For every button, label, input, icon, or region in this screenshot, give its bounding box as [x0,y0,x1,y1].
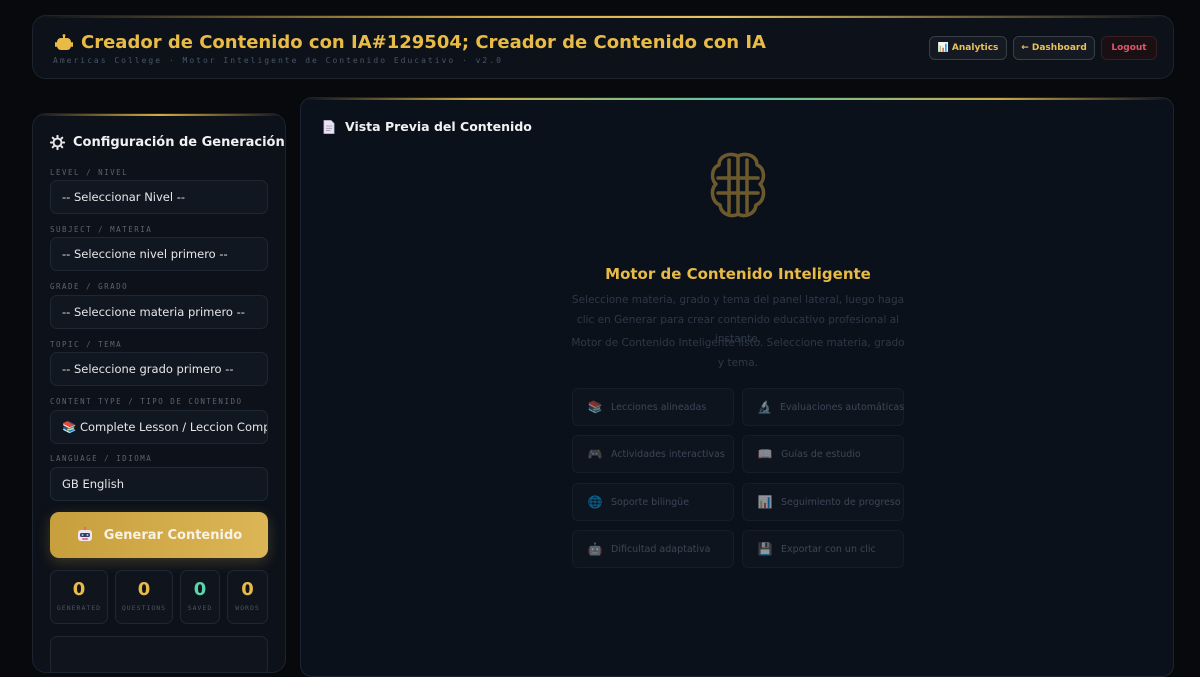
content-preview-panel: Vista Previa del Contenido Motor de Cont… [300,97,1174,677]
stat-generated-label: GENERATED [56,604,102,612]
save-icon: 💾 [757,542,773,556]
content-type-label: CONTENT TYPE / TIPO DE CONTENIDO [50,397,243,406]
microscope-icon: 🔬 [757,400,772,414]
preview-title: Vista Previa del Contenido [323,119,532,134]
stat-saved-label: SAVED [187,604,213,612]
settings-title: Configuración de Generación [50,135,285,150]
feature-label: Guías de estudio [781,448,861,460]
feature-label: Dificultad adaptativa [611,543,711,555]
analytics-button[interactable]: 📊 Analytics [929,36,1007,60]
stat-generated-value: 0 [72,579,86,600]
feature-adaptive-difficulty: 🤖 Dificultad adaptativa [572,530,734,568]
document-icon [323,119,335,134]
topic-select[interactable]: -- Seleccione grado primero -- [50,352,268,386]
logout-button[interactable]: Logout [1101,36,1157,60]
stat-questions-value: 0 [137,579,151,600]
grade-label: GRADE / GRADO [50,282,129,291]
app-title: Creador de Contenido con IA#129504; Crea… [55,32,766,53]
stat-words: 0 WORDS [227,570,268,624]
app-title-text: Creador de Contenido con IA#129504; Crea… [81,32,766,53]
feature-aligned-lessons: 📚 Lecciones alineadas [572,388,734,426]
app-subtitle: Americas College · Motor Inteligente de … [53,56,503,65]
gamepad-icon: 🎮 [587,447,603,461]
stat-saved: 0 SAVED [180,570,220,624]
engine-title: Motor de Contenido Inteligente [605,265,871,283]
feature-label: Evaluaciones automáticas [779,401,905,413]
generation-settings-panel: Configuración de Generación LEVEL / NIVE… [32,113,286,673]
sidebar-bottom-card [50,636,268,672]
language-label: LANGUAGE / IDIOMA [50,454,153,463]
feature-label: Seguimiento de progreso [781,496,901,508]
stat-generated: 0 GENERATED [50,570,108,624]
subject-select[interactable]: -- Seleccione nivel primero -- [50,237,268,271]
feature-one-click-export: 💾 Exportar con un clic [742,530,904,568]
level-select[interactable]: -- Seleccionar Nivel -- [50,180,268,214]
generate-content-label: Generar Contenido [103,527,243,543]
topic-label: TOPIC / TEMA [50,340,123,349]
books-icon: 📚 [587,400,603,414]
feature-auto-assessments: 🔬 Evaluaciones automáticas [742,388,904,426]
feature-label: Actividades interactivas [611,448,725,460]
feature-label: Soporte bilingüe [611,496,690,508]
bot-icon [55,33,73,50]
generate-content-button[interactable]: Generar Contenido [50,512,268,558]
gear-icon [50,135,65,150]
feature-bilingual-support: 🌐 Soporte bilingüe [572,483,734,521]
brain-icon [710,152,766,218]
content-type-select[interactable]: 📚 Complete Lesson / Leccion Completa [50,410,268,444]
stat-words-label: WORDS [235,604,260,612]
stat-saved-value: 0 [193,579,207,600]
language-select[interactable]: GB English [50,467,268,501]
feature-study-guides: 📖 Guías de estudio [742,435,904,473]
app-header: Creador de Contenido con IA#129504; Crea… [32,15,1174,79]
subject-label: SUBJECT / MATERIA [50,225,153,234]
feature-progress-tracking: 📊 Seguimiento de progreso [742,483,904,521]
chart-icon: 📊 [757,495,773,509]
robot-icon: 🤖 [587,542,603,556]
engine-status: Motor de Contenido Inteligente listo. Se… [571,337,905,369]
stat-questions-label: QUESTIONS [121,604,167,612]
dashboard-button[interactable]: ← Dashboard [1013,36,1095,60]
stat-words-value: 0 [241,579,254,600]
globe-icon: 🌐 [587,495,603,509]
stat-questions: 0 QUESTIONS [115,570,173,624]
settings-title-text: Configuración de Generación [73,135,285,150]
grade-select[interactable]: -- Seleccione materia primero -- [50,295,268,329]
feature-label: Exportar con un clic [781,543,876,555]
robot-icon [77,527,92,541]
preview-title-text: Vista Previa del Contenido [345,119,532,134]
feature-label: Lecciones alineadas [611,401,707,413]
level-label: LEVEL / NIVEL [50,168,129,177]
feature-interactive-activities: 🎮 Actividades interactivas [572,435,734,473]
book-icon: 📖 [757,447,773,461]
